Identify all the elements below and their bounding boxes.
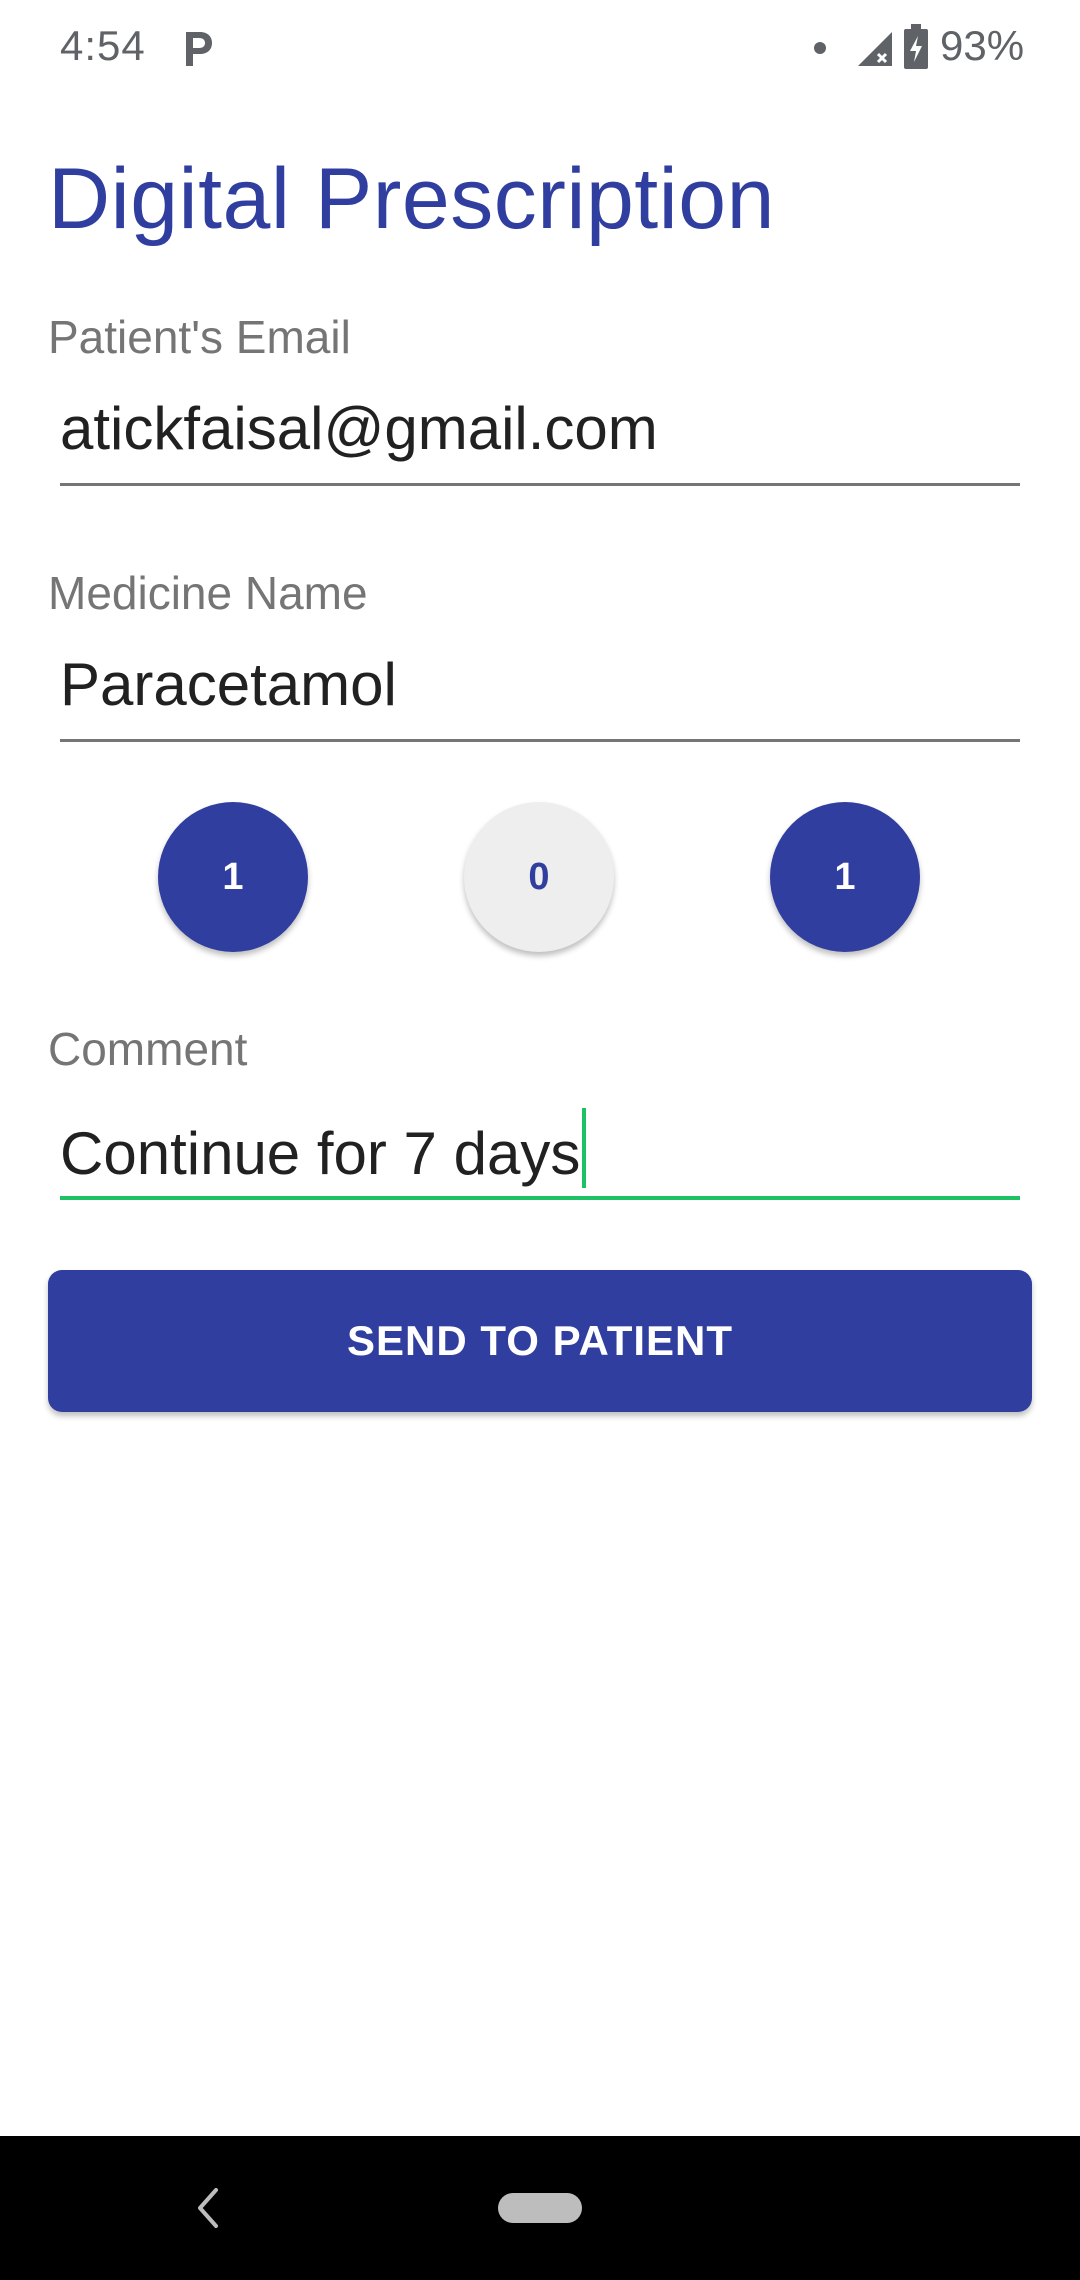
email-field[interactable]: atickfaisal@gmail.com xyxy=(60,386,1020,486)
noon-dose-button[interactable]: 0 xyxy=(464,802,614,952)
navigation-bar xyxy=(0,2136,1080,2280)
text-cursor xyxy=(582,1108,587,1188)
status-bar: 4:54 93% xyxy=(0,0,1080,96)
medicine-value: Paracetamol xyxy=(60,651,397,718)
parking-icon xyxy=(186,32,212,66)
comment-field[interactable]: Continue for 7 days xyxy=(60,1100,1020,1200)
comment-value: Continue for 7 days xyxy=(60,1120,581,1187)
email-value: atickfaisal@gmail.com xyxy=(60,395,658,462)
night-dose-button[interactable]: 1 xyxy=(770,802,920,952)
comment-label: Comment xyxy=(48,1023,248,1075)
signal-icon xyxy=(858,32,892,66)
comment-text: Continue for 7 days xyxy=(60,1108,587,1188)
status-time: 4:54 xyxy=(60,22,146,69)
notification-dot-icon xyxy=(814,42,826,54)
medicine-label: Medicine Name xyxy=(48,567,368,619)
battery-percentage: 93% xyxy=(940,22,1025,69)
medicine-field[interactable]: Paracetamol xyxy=(60,642,1020,742)
back-icon[interactable] xyxy=(190,2184,226,2232)
email-label: Patient's Email xyxy=(48,311,351,363)
morning-dose-button[interactable]: 1 xyxy=(158,802,308,952)
page-title: Digital Prescription xyxy=(48,151,775,247)
battery-charging-icon xyxy=(904,24,928,69)
home-pill-button[interactable] xyxy=(498,2193,582,2223)
send-to-patient-button[interactable]: SEND TO PATIENT xyxy=(48,1270,1032,1412)
screen: 4:54 93% Digital Prescription Patient's … xyxy=(0,0,1080,2280)
